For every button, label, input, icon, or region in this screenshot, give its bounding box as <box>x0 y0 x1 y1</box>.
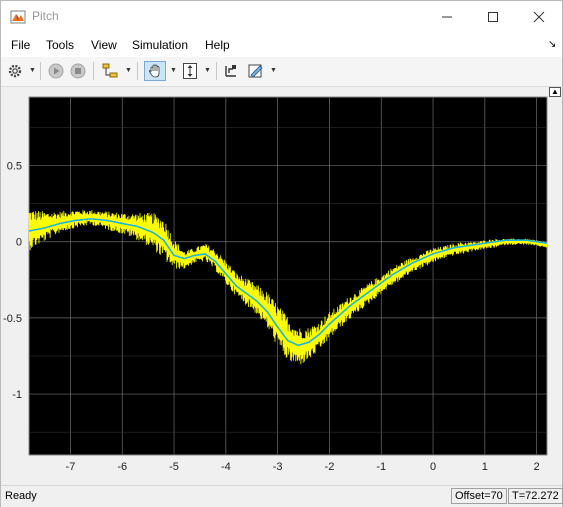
menu-help[interactable]: Help <box>205 38 230 52</box>
menu-view[interactable]: View <box>91 38 117 52</box>
toolbar-separator <box>40 62 41 80</box>
style-dropdown-icon[interactable]: ▼ <box>270 67 277 74</box>
settings-icon <box>8 64 22 78</box>
x-tick-label: 1 <box>482 461 488 473</box>
axes-scale-icon <box>225 65 236 77</box>
x-tick-label: 0 <box>430 461 436 473</box>
y-tick-label: -0.5 <box>3 313 22 325</box>
x-tick-label: 2 <box>534 461 540 473</box>
stop-icon <box>70 63 86 79</box>
x-tick-label: -4 <box>221 461 231 473</box>
stop-button[interactable] <box>69 61 87 81</box>
x-tick-label: -5 <box>169 461 179 473</box>
toolbar: ▼ ▼ ▼ ▼ ▼ <box>1 57 562 87</box>
window-title: Pitch <box>32 9 59 23</box>
scope-window: Pitch File Tools View Simulation Help ↘ … <box>0 0 563 507</box>
status-text: Ready <box>5 490 37 502</box>
status-bar: Ready Offset=70 T=72.272 <box>1 485 563 507</box>
axes-scale-button[interactable] <box>222 61 240 81</box>
maximize-icon <box>488 11 498 22</box>
settings-button[interactable] <box>6 61 24 81</box>
menu-bar: File Tools View Simulation Help ↘ <box>1 32 562 57</box>
x-tick-label: -7 <box>66 461 76 473</box>
x-tick-label: -6 <box>117 461 127 473</box>
maximize-button[interactable] <box>470 1 516 32</box>
y-tick-label: 0.5 <box>7 161 22 173</box>
dock-arrow-icon[interactable]: ↘ <box>548 39 556 50</box>
menu-tools[interactable]: Tools <box>46 38 74 52</box>
settings-dropdown-icon[interactable]: ▼ <box>29 67 36 74</box>
x-tick-label: -3 <box>273 461 283 473</box>
pitch-plot[interactable]: -7 -6 -5 -4 -3 -2 -1 0 1 2 0.5 0 -0.5 -1 <box>1 87 562 485</box>
signal-select-button[interactable] <box>100 61 120 81</box>
y-tick-label: 0 <box>16 237 22 249</box>
menu-simulation[interactable]: Simulation <box>132 38 188 52</box>
zoom-y-dropdown-icon[interactable]: ▼ <box>204 67 211 74</box>
minimize-icon <box>442 16 452 17</box>
y-tick-label: -1 <box>12 389 22 401</box>
signal-select-icon <box>102 63 118 78</box>
toolbar-separator <box>216 62 217 80</box>
matlab-logo-icon <box>10 10 26 24</box>
pan-icon <box>149 64 160 78</box>
signal-select-dropdown-icon[interactable]: ▼ <box>125 67 132 74</box>
run-button[interactable] <box>47 61 65 81</box>
close-icon <box>533 11 545 22</box>
close-button[interactable] <box>516 1 562 32</box>
zoom-y-icon <box>183 63 197 79</box>
offset-readout: Offset=70 <box>451 488 507 504</box>
toolbar-separator <box>93 62 94 80</box>
pan-button[interactable] <box>144 61 166 81</box>
plot-background <box>28 96 548 456</box>
style-button[interactable] <box>246 61 266 81</box>
pan-dropdown-icon[interactable]: ▼ <box>170 67 177 74</box>
title-bar: Pitch <box>1 1 562 32</box>
minimize-button[interactable] <box>424 1 470 32</box>
toolbar-separator <box>137 62 138 80</box>
x-tick-label: -2 <box>325 461 335 473</box>
time-readout: T=72.272 <box>508 488 563 504</box>
style-icon <box>248 64 263 78</box>
menu-file[interactable]: File <box>11 38 30 52</box>
run-icon <box>48 63 64 79</box>
x-tick-label: -1 <box>376 461 386 473</box>
zoom-y-button[interactable] <box>181 61 199 81</box>
